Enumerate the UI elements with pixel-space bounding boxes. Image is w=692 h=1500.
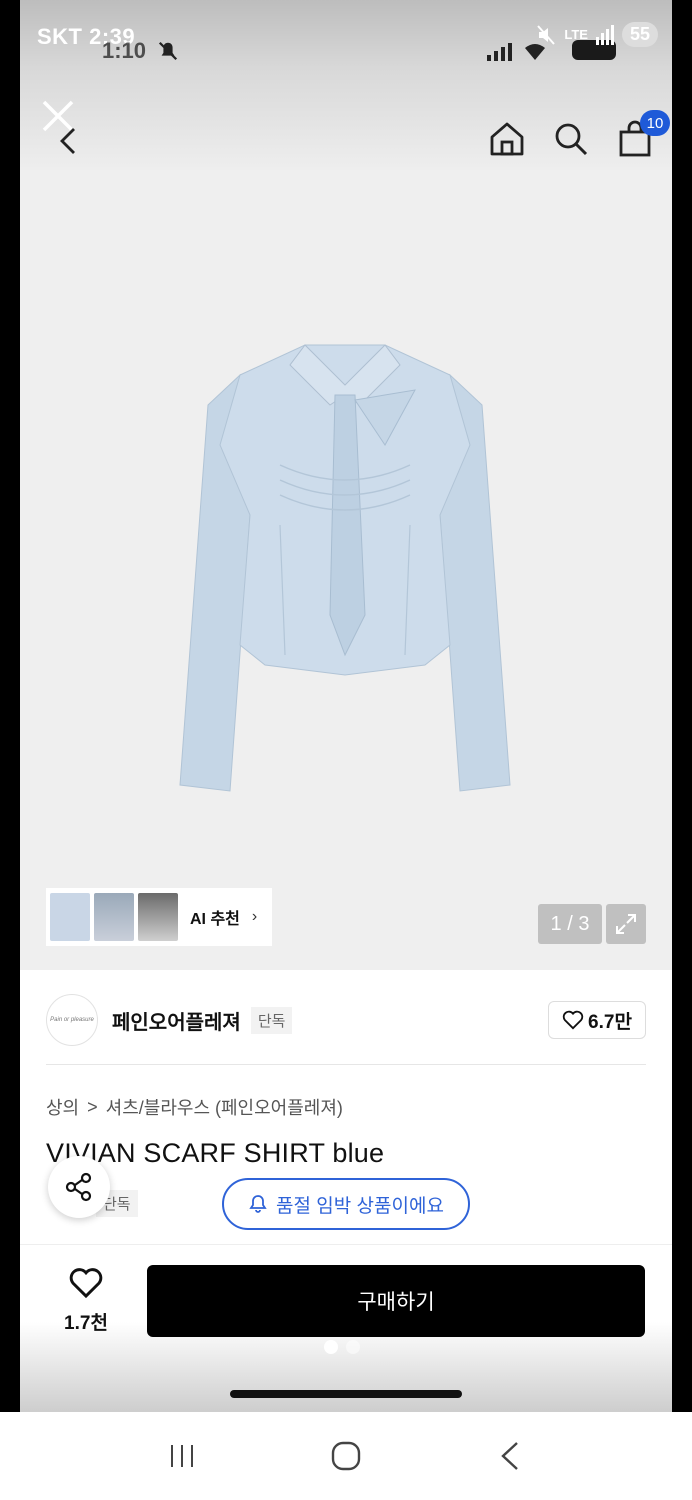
status-bar: SKT 2:39 1:10 LTE 55	[0, 0, 692, 80]
brand-name[interactable]: 페인오어플레져	[112, 1006, 241, 1035]
brand-like-count: 6.7만	[588, 1011, 632, 1033]
soldout-notice: 품절 임박 상품이에요	[222, 1178, 470, 1230]
bell-icon	[249, 1195, 267, 1213]
ai-recommend-button[interactable]: AI 추천 ›	[46, 888, 272, 946]
expand-icon	[616, 914, 636, 934]
brand-logo-text: Pain or pleasure	[50, 1017, 94, 1023]
brand-like-button[interactable]: 6.7만	[548, 1001, 646, 1039]
cart-count-badge: 10	[640, 110, 670, 136]
divider	[46, 1064, 646, 1065]
wishlist-button[interactable]: 1.7천	[64, 1267, 108, 1335]
brand-logo[interactable]: Pain or pleasure	[46, 994, 98, 1046]
cart-button[interactable]: 10	[616, 110, 670, 158]
ai-thumbnail	[50, 893, 90, 941]
action-bar: 1.7천 구매하기	[20, 1244, 672, 1344]
back-icon[interactable]	[56, 126, 80, 156]
heart-icon	[69, 1268, 103, 1299]
search-icon[interactable]	[552, 120, 590, 158]
breadcrumb: 상의 > 셔츠/블라우스 (페인오어플레져)	[46, 1094, 343, 1120]
home-button[interactable]	[326, 1436, 366, 1476]
product-image-area[interactable]	[20, 170, 672, 970]
page-dot	[346, 1340, 360, 1354]
back-button[interactable]	[490, 1436, 530, 1476]
heart-icon	[562, 1010, 584, 1030]
signal-bars-icon	[595, 24, 614, 45]
header-actions: 10	[488, 110, 670, 158]
ai-recommend-label: AI 추천	[190, 911, 240, 928]
buy-button[interactable]: 구매하기	[147, 1265, 645, 1337]
chevron-right-icon: ›	[251, 908, 258, 925]
breadcrumb-subcategory[interactable]: 셔츠/블라우스 (페인오어플레져)	[106, 1094, 343, 1120]
inner-time: 1:10	[102, 38, 147, 63]
bell-off-icon	[158, 41, 178, 61]
brand-row: Pain or pleasure 페인오어플레져 단독 6.7만	[46, 990, 646, 1050]
recent-apps-icon	[171, 1445, 193, 1467]
mute-icon	[537, 24, 556, 45]
ai-thumbnail	[94, 893, 134, 941]
share-button[interactable]	[48, 1156, 110, 1218]
exclusive-badge: 단독	[250, 1006, 293, 1034]
product-shirt-image	[179, 344, 511, 792]
share-icon	[65, 1172, 92, 1202]
story-page-dots	[324, 1340, 360, 1354]
image-page-counter: 1 / 3	[538, 904, 602, 944]
network-label: LTE	[564, 27, 588, 42]
page-dot-active	[324, 1340, 338, 1354]
breadcrumb-category[interactable]: 상의	[46, 1094, 79, 1120]
ai-thumbnail	[138, 893, 178, 941]
home-icon[interactable]	[488, 120, 526, 158]
home-indicator	[230, 1390, 462, 1398]
back-chevron-icon	[501, 1442, 518, 1470]
outer-status-icons: LTE 55	[536, 22, 658, 47]
chevron-right-icon: >	[87, 1096, 98, 1117]
home-circle-icon	[331, 1441, 361, 1471]
android-nav-bar	[0, 1412, 692, 1500]
recent-apps-button[interactable]	[162, 1436, 202, 1476]
wishlist-count: 1.7천	[64, 1313, 108, 1334]
battery-level: 55	[621, 22, 658, 47]
soldout-text: 품절 임박 상품이에요	[276, 1195, 444, 1217]
expand-button[interactable]	[606, 904, 646, 944]
